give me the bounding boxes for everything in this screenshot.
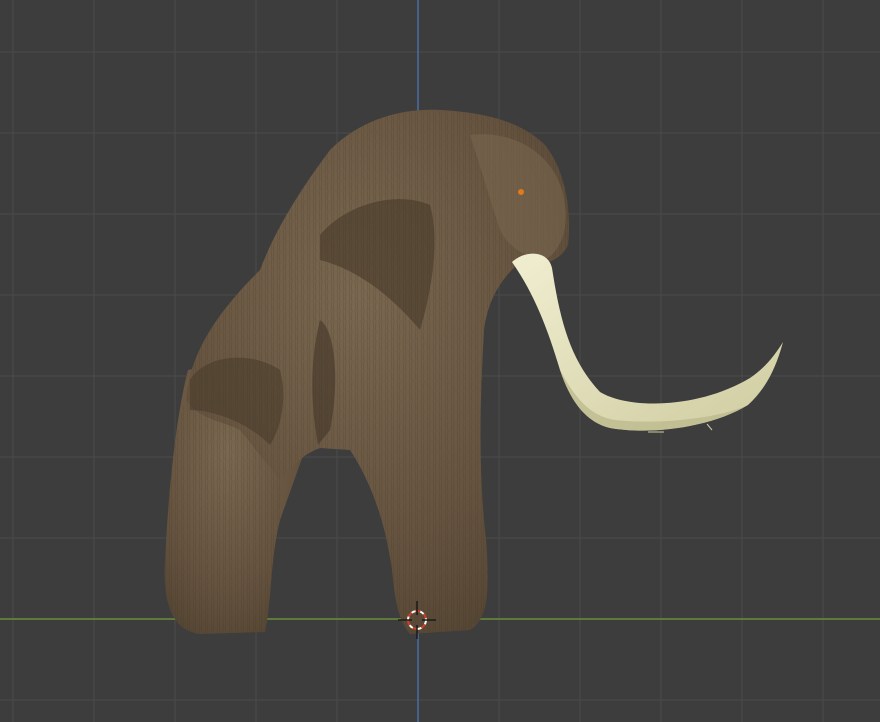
tusk-artifact	[706, 423, 713, 431]
mammoth-model[interactable]	[164, 109, 783, 634]
mammoth-eye	[518, 189, 524, 195]
3d-viewport[interactable]	[0, 0, 880, 722]
viewport-canvas[interactable]	[0, 0, 880, 722]
